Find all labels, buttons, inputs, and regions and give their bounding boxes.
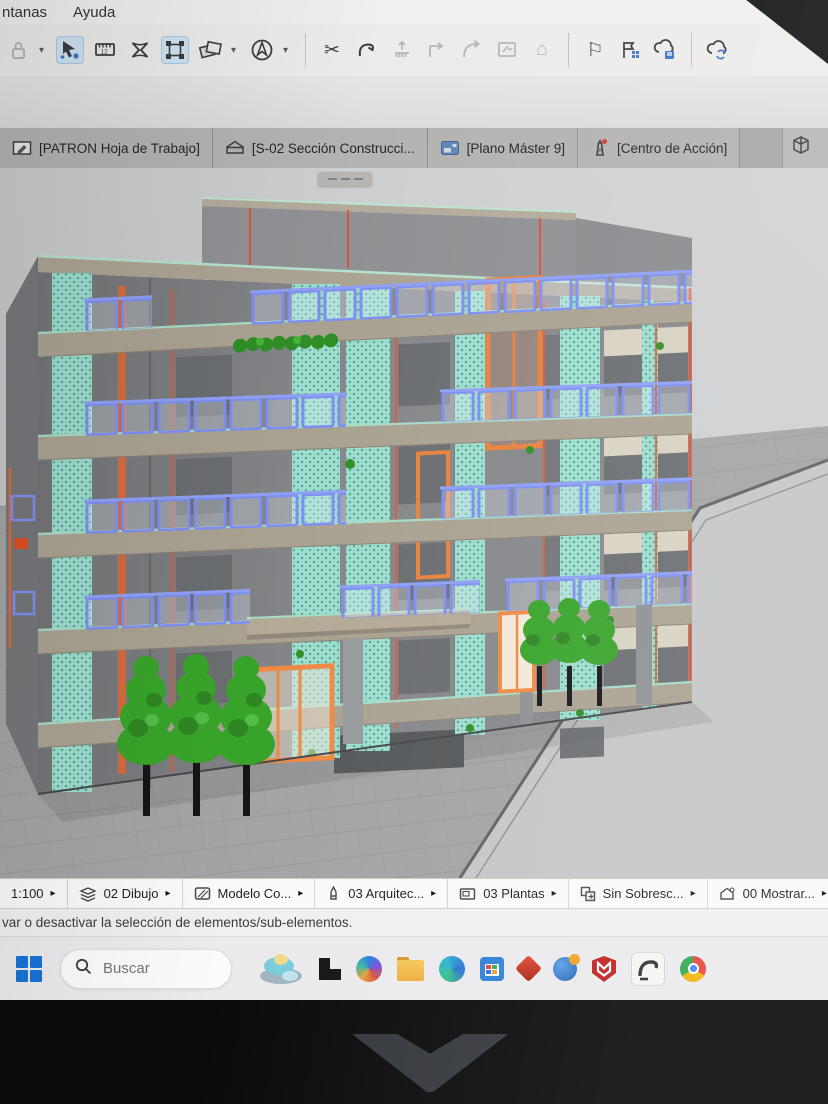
cube-3d-icon [791,135,811,162]
tab-action-center[interactable]: A [Centro de Acción] [578,128,740,168]
section-icon [225,139,245,157]
3d-model-canvas[interactable] [0,168,828,878]
chevron-down-icon[interactable]: ▾ [283,36,293,64]
start-button[interactable] [16,956,42,982]
corner-guide-icon[interactable] [423,36,451,64]
photos-app-icon[interactable] [258,953,304,985]
scale-value: 1:100 [11,886,44,901]
override-icon [719,886,736,901]
toolbar-spacer [0,76,828,128]
arc-tool-icon[interactable] [458,36,486,64]
toolbar-separator [568,33,569,67]
home-view-icon[interactable]: ⌂ [528,36,556,64]
svg-text:A: A [598,148,603,155]
tab-section[interactable]: [S-02 Sección Construcci... [213,128,428,168]
tab-label: [PATRON Hoja de Trabajo] [39,141,200,156]
quick-option-label: 02 Dibujo [104,886,159,901]
layers-icon [79,886,97,902]
flag-icon[interactable]: ⚐ [581,36,609,64]
graphic-override-selector[interactable]: 00 Mostrar... ▸ [708,879,828,908]
quick-option-label: Modelo Co... [218,886,292,901]
quick-option-label: 03 Arquitec... [348,886,424,901]
taskbar-search[interactable] [60,949,232,989]
dimension-icon [459,887,476,901]
chevron-down-icon[interactable]: ▾ [39,36,49,64]
chrome-icon[interactable] [680,956,706,982]
action-center-icon: A [590,138,610,158]
renovation-icon [580,886,596,902]
l-app-icon[interactable] [319,958,341,980]
menu-item-ayuda[interactable]: Ayuda [73,4,115,21]
scissors-split-icon[interactable]: ✂ [318,36,346,64]
view-pages-icon[interactable] [196,36,224,64]
chevron-down-icon[interactable]: ▾ [231,36,241,64]
palette-handle[interactable] [318,172,372,186]
tab-3d-view[interactable] [782,128,828,168]
layer-combination-selector[interactable]: 02 Dibujo ▸ [68,879,183,908]
worksheet-icon [12,139,32,157]
flyout-arrow-icon: ▸ [166,888,171,899]
pen-set-icon [326,886,341,902]
tab-bar-filler [740,128,782,168]
tab-label: [Centro de Acción] [617,141,727,156]
pick-hook-icon[interactable] [353,36,381,64]
photographed-laptop-screen: ntanas Ayuda ▾ 12 ▾ ▾ ✂ [0,0,828,1104]
quick-option-label: 03 Plantas [483,886,544,901]
tab-label: [Plano Máster 9] [467,141,565,156]
viewport-3d[interactable] [0,168,828,878]
status-message: var o desactivar la selección de element… [2,915,352,930]
flyout-arrow-icon: ▸ [552,888,557,899]
lock-icon[interactable] [4,36,32,64]
cloud-save-icon[interactable] [651,36,679,64]
main-toolbar: ▾ 12 ▾ ▾ ✂ [0,24,828,76]
select-elements-icon[interactable] [56,36,84,64]
windows-taskbar [0,936,828,1000]
cloud-sync-icon[interactable] [704,36,732,64]
taskbar-icons [258,952,706,986]
orientation-circle-icon[interactable] [248,36,276,64]
status-bar: var o desactivar la selección de element… [0,908,828,936]
copilot-icon[interactable] [356,956,382,982]
tab-label: [S-02 Sección Construcci... [252,141,415,156]
quick-option-label: 00 Mostrar... [743,886,815,901]
quick-option-label: Sin Sobresc... [603,886,684,901]
toolbar-separator [691,33,692,67]
renovation-filter-selector[interactable]: Sin Sobresc... ▸ [569,879,708,908]
diamond-app-icon[interactable] [515,955,542,982]
microsoft-store-icon[interactable] [480,957,504,981]
flyout-arrow-icon: ▸ [51,888,56,899]
menu-item-ventanas[interactable]: ntanas [2,4,47,21]
toolbar-separator [305,33,306,67]
pen-set-selector[interactable]: 03 Arquitec... ▸ [315,879,448,908]
dimension-style-selector[interactable]: 03 Plantas ▸ [448,879,568,908]
archicad-icon[interactable] [631,952,665,986]
elevation-level-icon[interactable] [388,36,416,64]
edit-group-icon[interactable] [161,36,189,64]
fit-frame-icon[interactable] [493,36,521,64]
edge-browser-icon[interactable] [439,956,465,982]
search-icon [75,958,92,980]
flag-list-icon[interactable] [616,36,644,64]
archicad-window: ntanas Ayuda ▾ 12 ▾ ▾ ✂ [0,0,828,1000]
layout-icon [440,140,460,156]
orb-app-icon[interactable] [553,957,577,981]
flyout-arrow-icon: ▸ [822,888,827,899]
view-tab-bar: [PATRON Hoja de Trabajo] [S-02 Sección C… [0,128,828,168]
tab-layout[interactable]: [Plano Máster 9] [428,128,578,168]
marquee-icon[interactable] [126,36,154,64]
quick-options-bar: 1:100 ▸ 02 Dibujo ▸ Modelo Co... ▸ 03 Ar… [0,878,828,908]
svg-text:12: 12 [101,49,109,56]
model-view-icon [194,886,211,901]
menu-bar: ntanas Ayuda [0,0,828,24]
flyout-arrow-icon: ▸ [431,888,436,899]
flyout-arrow-icon: ▸ [691,888,696,899]
file-explorer-icon[interactable] [397,960,424,981]
measure-ruler-icon[interactable]: 12 [91,36,119,64]
mcafee-icon[interactable] [592,956,616,982]
search-input[interactable] [101,959,201,978]
flyout-arrow-icon: ▸ [298,888,303,899]
tab-worksheet[interactable]: [PATRON Hoja de Trabajo] [0,128,213,168]
scale-selector[interactable]: 1:100 ▸ [0,879,68,908]
model-view-options-selector[interactable]: Modelo Co... ▸ [183,879,316,908]
